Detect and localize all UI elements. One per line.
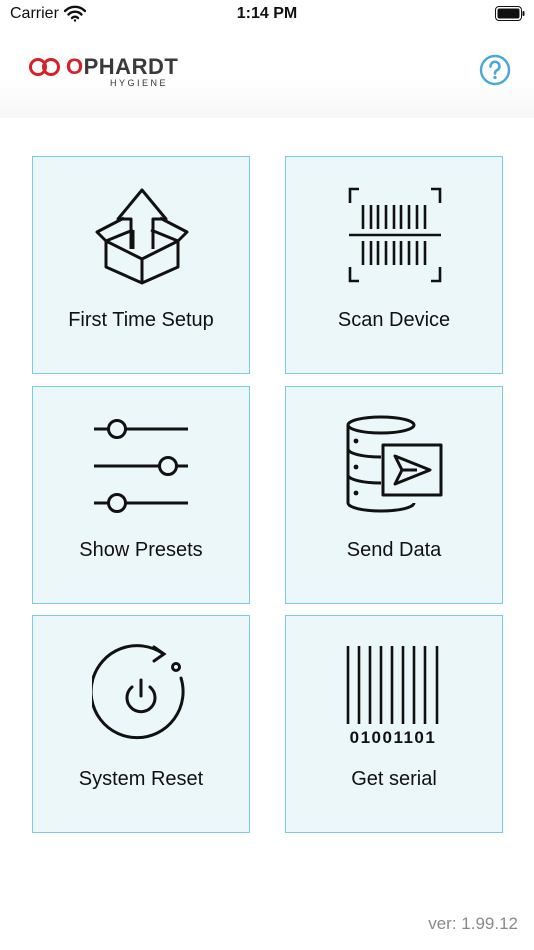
status-time: 1:14 PM (236, 5, 298, 22)
barcode-serial-icon: 01001101 (346, 646, 439, 744)
tile-label: Get serial (351, 768, 437, 790)
help-button[interactable] (479, 54, 511, 86)
logo-wordmark: OPHARDT (66, 54, 178, 80)
logo-rings-icon (29, 58, 60, 76)
box-upload-icon (95, 188, 189, 285)
logo-letter-o: O (66, 54, 84, 79)
tile-label: Scan Device (337, 309, 451, 331)
logo-subtitle: HYGIENE (110, 78, 169, 88)
database-send-icon (346, 415, 443, 513)
serial-digits: 01001101 (350, 728, 437, 744)
get-serial-tile[interactable]: 01001101 Get serial (285, 615, 503, 833)
send-data-tile[interactable]: Send Data (285, 386, 503, 604)
system-reset-tile[interactable]: System Reset (32, 615, 250, 833)
sliders-icon (94, 419, 188, 513)
ophardt-logo: OPHARDT HYGIENE (28, 54, 178, 90)
tile-label: First Time Setup (68, 309, 214, 331)
logo-letters: PHARDT (83, 54, 179, 79)
app-header: OPHARDT HYGIENE (0, 30, 534, 118)
power-reset-icon (92, 644, 185, 740)
version-label: ver: 1.99.12 (428, 914, 518, 933)
status-bar: Carrier 1:14 PM (0, 0, 534, 30)
tile-label: Send Data (346, 539, 442, 561)
tile-label: System Reset (78, 768, 204, 790)
scan-device-tile[interactable]: Scan Device (285, 156, 503, 374)
show-presets-tile[interactable]: Show Presets (32, 386, 250, 604)
barcode-scan-icon (348, 187, 442, 283)
battery-icon (495, 6, 525, 21)
tile-label: Show Presets (79, 539, 203, 561)
first-time-setup-tile[interactable]: First Time Setup (32, 156, 250, 374)
